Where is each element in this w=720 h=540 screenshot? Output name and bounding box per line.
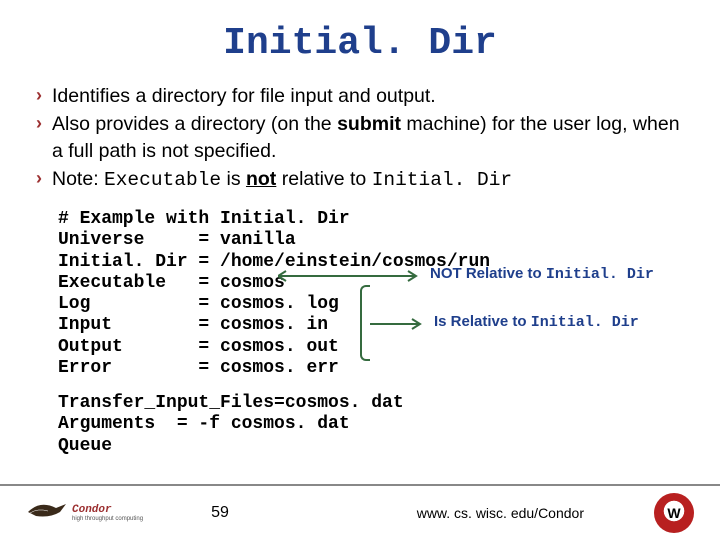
annotation-not: NOT Relative to Initial. Dir [430,265,654,284]
wisconsin-logo: W [654,493,694,533]
chevron-icon: › [36,111,42,136]
bullet-text: Also provides a directory (on the submit… [52,111,684,164]
example-row: Transfer_Input_Files=cosmos. dat [58,393,662,414]
example-row: Arguments = -f cosmos. dat [58,414,662,435]
arrow-icon [370,317,430,331]
chevron-icon: › [36,83,42,108]
condor-name: Condor [72,504,143,516]
example-row: Error = cosmos. err [58,358,662,379]
chevron-icon: › [36,166,42,191]
eagle-icon [26,498,70,529]
bullet-list: › Identifies a directory for file input … [36,83,684,193]
example-block: # Example with Initial. Dir Universe = v… [58,209,662,457]
condor-logo: Condor high throughput computing [26,498,143,529]
bullet-text: Identifies a directory for file input an… [52,83,436,109]
footer: Condor high throughput computing 59 www.… [0,484,720,540]
example-row: Queue [58,436,662,457]
bracket-icon [360,285,370,361]
example-comment: # Example with Initial. Dir [58,209,662,230]
arrow-icon [278,269,428,283]
slide-number: 59 [211,504,229,522]
example-row: Universe = vanilla [58,230,662,251]
bullet-text: Note: Executable is not relative to Init… [52,166,512,193]
bullet-item: › Note: Executable is not relative to In… [36,166,684,193]
annotation-is: Is Relative to Initial. Dir [434,313,639,332]
bullet-item: › Also provides a directory (on the subm… [36,111,684,164]
condor-tagline: high throughput computing [72,516,143,522]
footer-url: www. cs. wisc. edu/Condor [417,505,584,521]
slide-title: Initial. Dir [0,0,720,65]
bullet-item: › Identifies a directory for file input … [36,83,684,109]
